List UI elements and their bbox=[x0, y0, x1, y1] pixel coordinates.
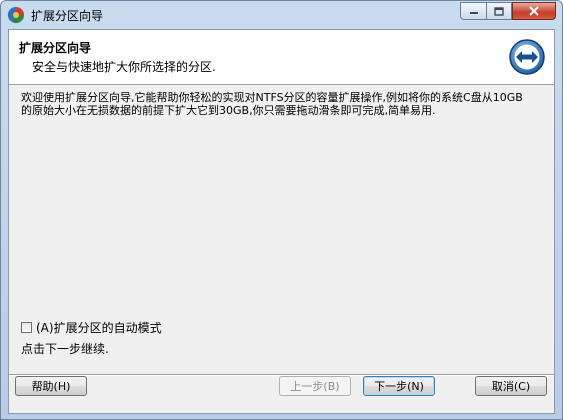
header-subtitle: 安全与快速地扩大你所选择的分区. bbox=[32, 60, 216, 74]
title-bar[interactable]: 扩展分区向导 bbox=[1, 1, 562, 29]
minimize-button[interactable] bbox=[460, 2, 486, 20]
wizard-header: 扩展分区向导 安全与快速地扩大你所选择的分区. bbox=[9, 30, 554, 85]
wizard-description: 欢迎使用扩展分区向导,它能帮助你轻松的实现对NTFS分区的容量扩展操作,例如将你… bbox=[21, 91, 523, 117]
minimize-icon bbox=[469, 12, 478, 14]
maximize-icon bbox=[494, 6, 504, 16]
close-button[interactable] bbox=[512, 2, 556, 20]
close-icon bbox=[529, 6, 539, 16]
window-title: 扩展分区向导 bbox=[31, 9, 104, 23]
auto-mode-checkbox[interactable] bbox=[21, 322, 32, 333]
auto-mode-option[interactable]: (A)扩展分区的自动模式 bbox=[21, 319, 162, 336]
partition-tool-icon bbox=[7, 6, 25, 24]
wizard-window: 扩展分区向导 扩展分区向导 安全与快速地扩大你所选择的分区. 欢迎使用扩展分区向… bbox=[0, 0, 563, 420]
next-button[interactable]: 下一步(N) bbox=[363, 376, 435, 396]
header-title: 扩展分区向导 bbox=[19, 41, 92, 55]
wizard-content: 欢迎使用扩展分区向导,它能帮助你轻松的实现对NTFS分区的容量扩展操作,例如将你… bbox=[9, 85, 554, 374]
continue-hint: 点击下一步继续. bbox=[21, 342, 109, 356]
help-button[interactable]: 帮助(H) bbox=[15, 376, 87, 396]
back-button[interactable]: 上一步(B) bbox=[279, 376, 351, 396]
expand-arrows-icon bbox=[509, 39, 545, 75]
auto-mode-label[interactable]: (A)扩展分区的自动模式 bbox=[36, 319, 162, 336]
cancel-button[interactable]: 取消(C) bbox=[475, 376, 547, 396]
wizard-client-area: 扩展分区向导 安全与快速地扩大你所选择的分区. 欢迎使用扩展分区向导,它能帮助你… bbox=[8, 29, 555, 414]
maximize-button[interactable] bbox=[486, 2, 512, 20]
caption-buttons bbox=[460, 2, 556, 21]
